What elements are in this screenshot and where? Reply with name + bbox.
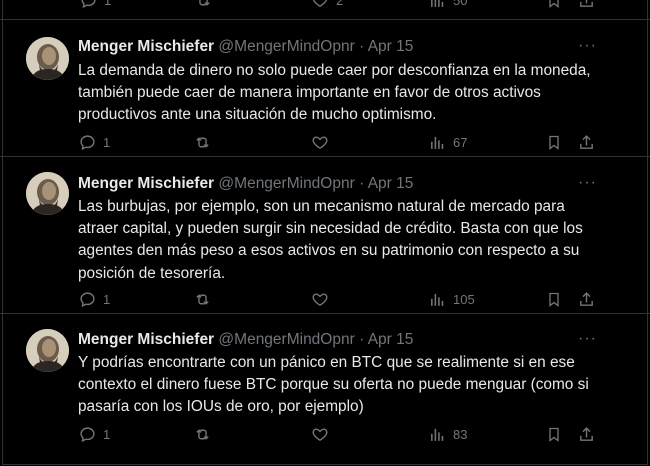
like-button[interactable] bbox=[311, 425, 329, 443]
like-count: 2 bbox=[336, 0, 344, 8]
author-handle[interactable]: @MengerMindOpnr bbox=[218, 175, 354, 192]
avatar[interactable] bbox=[26, 172, 69, 215]
portrait-icon bbox=[26, 329, 69, 372]
share-button[interactable] bbox=[578, 290, 595, 308]
avatar[interactable] bbox=[26, 37, 69, 80]
bookmark-button[interactable] bbox=[546, 290, 562, 308]
bookmark-icon bbox=[549, 292, 559, 307]
share-icon bbox=[580, 0, 593, 7]
separator: · bbox=[359, 331, 365, 348]
heart-icon bbox=[312, 292, 328, 306]
tweet-card[interactable]: Menger Mischiefer @MengerMindOpnr · Apr … bbox=[0, 314, 650, 464]
author-name[interactable]: Menger Mischiefer bbox=[78, 38, 214, 55]
like-button[interactable]: 2 bbox=[311, 0, 343, 9]
views-icon bbox=[431, 293, 444, 306]
reply-button[interactable]: 1 bbox=[79, 425, 110, 443]
tweet-header: Menger Mischiefer @MengerMindOpnr · Apr … bbox=[78, 331, 413, 349]
tweet-card[interactable]: Menger Mischiefer @MengerMindOpnr · Apr … bbox=[0, 19, 650, 173]
tweet-date[interactable]: Apr 15 bbox=[368, 331, 414, 348]
views-button[interactable]: 105 bbox=[429, 290, 475, 308]
heart-icon bbox=[313, 0, 327, 7]
share-icon bbox=[580, 134, 593, 149]
separator: · bbox=[359, 38, 365, 55]
bookmark-icon bbox=[549, 0, 559, 8]
views-icon bbox=[431, 136, 444, 149]
share-button[interactable] bbox=[578, 0, 595, 9]
views-button[interactable]: 50 bbox=[429, 0, 467, 9]
tweet-text: La demanda de dinero no solo puede caer … bbox=[78, 62, 591, 124]
tweet-header: Menger Mischiefer @MengerMindOpnr · Apr … bbox=[78, 175, 413, 193]
portrait-icon bbox=[26, 172, 69, 215]
author-handle[interactable]: @MengerMindOpnr bbox=[218, 331, 354, 348]
tweet-card[interactable]: Menger Mischiefer @MengerMindOpnr · Apr … bbox=[0, 157, 650, 311]
avatar[interactable] bbox=[26, 329, 69, 372]
tweet-text: Y podrías encontrarte con un pánico en B… bbox=[78, 354, 589, 416]
like-button[interactable] bbox=[311, 290, 329, 308]
retweet-button[interactable] bbox=[193, 425, 212, 443]
like-button[interactable] bbox=[311, 133, 329, 151]
views-button[interactable]: 83 bbox=[429, 425, 467, 443]
views-count: 50 bbox=[453, 0, 468, 8]
retweet-icon bbox=[196, 428, 209, 440]
heart-icon bbox=[312, 135, 328, 149]
author-handle[interactable]: @MengerMindOpnr bbox=[218, 38, 354, 55]
reply-icon bbox=[80, 134, 95, 150]
reply-count: 1 bbox=[103, 426, 111, 442]
tweet-text: Las burbujas, por ejemplo, son un mecani… bbox=[78, 198, 583, 282]
author-name[interactable]: Menger Mischiefer bbox=[78, 175, 214, 192]
heart-icon bbox=[312, 427, 328, 441]
reply-icon bbox=[81, 0, 96, 8]
reply-count: 1 bbox=[103, 134, 111, 150]
views-button[interactable]: 67 bbox=[429, 133, 467, 151]
views-count: 105 bbox=[453, 291, 475, 307]
reply-count: 1 bbox=[104, 0, 112, 8]
reply-count: 1 bbox=[103, 291, 111, 307]
more-options-icon[interactable]: ··· bbox=[578, 37, 597, 55]
more-options-icon[interactable]: ··· bbox=[578, 174, 597, 192]
portrait-icon bbox=[26, 37, 69, 80]
share-button[interactable] bbox=[578, 133, 595, 151]
share-icon bbox=[580, 291, 593, 306]
retweet-icon bbox=[196, 293, 209, 305]
views-icon bbox=[431, 428, 444, 441]
reply-icon bbox=[80, 426, 95, 442]
reply-button[interactable]: 1 bbox=[80, 0, 111, 9]
reply-button[interactable]: 1 bbox=[79, 133, 110, 151]
bookmark-button[interactable] bbox=[546, 425, 562, 443]
retweet-button[interactable] bbox=[193, 290, 212, 308]
tweet-date[interactable]: Apr 15 bbox=[368, 175, 414, 192]
more-options-icon[interactable]: ··· bbox=[578, 330, 597, 348]
bookmark-icon bbox=[549, 135, 559, 150]
views-count: 83 bbox=[453, 426, 468, 442]
tweet-header: Menger Mischiefer @MengerMindOpnr · Apr … bbox=[78, 38, 413, 56]
share-button[interactable] bbox=[578, 425, 595, 443]
bookmark-button[interactable] bbox=[546, 133, 562, 151]
retweet-icon bbox=[199, 0, 210, 6]
retweet-button[interactable] bbox=[193, 133, 212, 151]
retweet-icon bbox=[196, 136, 209, 148]
separator: · bbox=[359, 175, 365, 192]
author-name[interactable]: Menger Mischiefer bbox=[78, 331, 214, 348]
reply-icon bbox=[80, 291, 95, 307]
bookmark-button[interactable] bbox=[546, 0, 562, 9]
reply-button[interactable]: 1 bbox=[79, 290, 110, 308]
views-count: 67 bbox=[453, 134, 468, 150]
tweet-date[interactable]: Apr 15 bbox=[368, 38, 414, 55]
share-icon bbox=[580, 426, 593, 441]
retweet-button[interactable] bbox=[194, 0, 213, 9]
bookmark-icon bbox=[549, 427, 559, 442]
views-icon bbox=[431, 0, 444, 7]
previous-tweet-actions: 1 2 50 bbox=[0, 0, 650, 11]
